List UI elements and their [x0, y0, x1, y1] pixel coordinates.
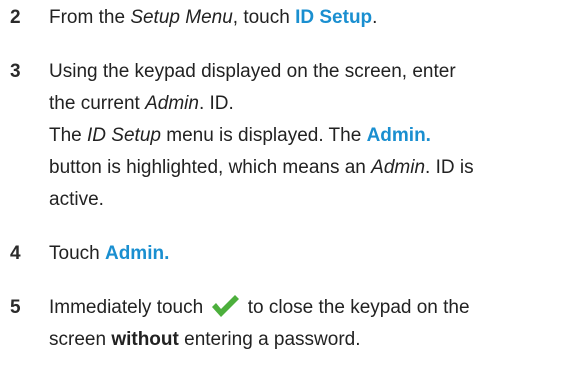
- step-line: The ID Setup menu is displayed. The Admi…: [49, 120, 549, 152]
- text: screen: [49, 329, 112, 350]
- step-text: From the Setup Menu, touch ID Setup.: [49, 2, 549, 34]
- step-line: the current Admin. ID.: [49, 88, 549, 120]
- step-line: button is highlighted, which means an Ad…: [49, 152, 549, 184]
- menu-name: ID Setup: [87, 125, 161, 146]
- emphasis-text: without: [111, 329, 179, 350]
- text: , touch: [232, 7, 296, 28]
- step-number: 3: [10, 61, 21, 82]
- step-text: Touch Admin.: [49, 238, 549, 270]
- step-line: Touch Admin.: [49, 238, 549, 270]
- ui-element-label: ID Setup: [295, 7, 373, 28]
- text: the current: [49, 93, 146, 114]
- text: . ID.: [198, 93, 234, 114]
- step-text: Immediately touch to close the keypad on…: [49, 292, 549, 356]
- step-line: active.: [49, 189, 104, 210]
- text: Immediately touch: [49, 297, 209, 318]
- role-name: Admin: [145, 93, 199, 114]
- step-line: screen without entering a password.: [49, 324, 549, 356]
- menu-name: Setup Menu: [130, 7, 233, 28]
- text: Touch: [49, 243, 105, 264]
- step-line: Immediately touch to close the keypad on…: [49, 292, 549, 324]
- step-text: Using the keypad displayed on the screen…: [49, 56, 549, 216]
- text: menu is displayed. The: [160, 125, 367, 146]
- step-number: 2: [10, 7, 21, 28]
- checkmark-icon: [210, 293, 240, 319]
- ui-element-label: Admin.: [104, 243, 170, 264]
- role-name: Admin: [371, 157, 426, 178]
- ui-element-label: Admin.: [366, 125, 431, 146]
- text: button is highlighted, which means an: [49, 157, 372, 178]
- text: .: [372, 7, 378, 28]
- step-line: Using the keypad displayed on the screen…: [49, 61, 456, 82]
- step-line: From the Setup Menu, touch ID Setup.: [49, 2, 549, 34]
- text: to close the keypad on the: [242, 297, 470, 318]
- step-number: 5: [10, 297, 21, 318]
- text: . ID is: [425, 157, 474, 178]
- text: The: [49, 125, 88, 146]
- text: entering a password.: [178, 329, 361, 350]
- checkmark-icon-graphic: [212, 295, 240, 317]
- text: From the: [49, 7, 131, 28]
- step-number: 4: [10, 243, 21, 264]
